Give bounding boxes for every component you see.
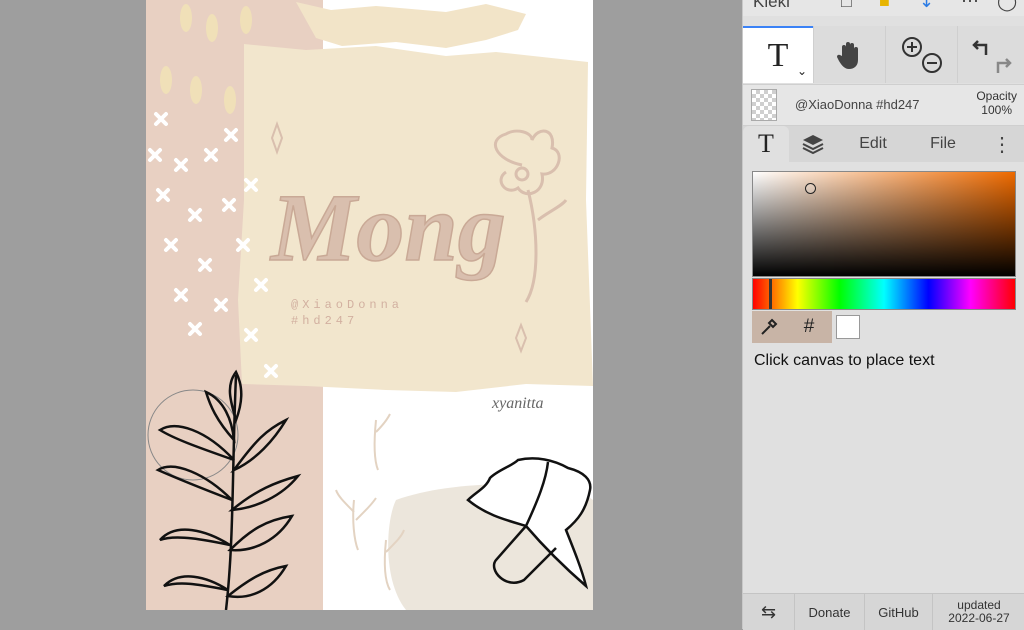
more-menu-icon[interactable]: ⋮ xyxy=(987,126,1017,162)
folder-icon[interactable]: ■ xyxy=(879,0,890,12)
artwork-title: Mong xyxy=(269,174,506,281)
tab-edit[interactable]: Edit xyxy=(843,126,903,162)
color-tools-row: # xyxy=(752,311,1016,343)
save-download-icon[interactable]: ↧ xyxy=(919,0,934,12)
hue-slider[interactable] xyxy=(752,278,1016,310)
tool-row: T ⌄ xyxy=(743,26,1024,85)
text-tool-button[interactable]: T ⌄ xyxy=(743,26,813,83)
artwork-signature: xyanitta xyxy=(491,395,544,412)
tab-file[interactable]: File xyxy=(913,126,973,162)
updated-date: 2022-06-27 xyxy=(948,611,1010,625)
redo-icon[interactable] xyxy=(996,57,1012,73)
new-file-icon[interactable]: □ xyxy=(841,0,852,12)
text-tool-icon: T xyxy=(767,36,789,74)
eyedropper-button[interactable] xyxy=(752,311,786,343)
opacity-label: Opacity xyxy=(976,89,1017,103)
layers-icon xyxy=(802,135,824,155)
undo-icon[interactable] xyxy=(971,39,987,55)
hue-slider-handle[interactable] xyxy=(769,279,772,309)
tab-row: T Edit File ⋮ xyxy=(743,126,1024,162)
zoom-in-icon[interactable] xyxy=(901,36,922,57)
help-icon[interactable]: ◯ xyxy=(997,0,1017,12)
color-picker-cursor[interactable] xyxy=(805,183,816,194)
artwork-credit-1: @XiaoDonna xyxy=(291,298,403,312)
top-bar: Kleki □ ■ ↧ ⋯ ◯ xyxy=(743,0,1024,16)
github-link[interactable]: GitHub xyxy=(865,594,933,630)
saturation-value-picker[interactable] xyxy=(752,171,1016,277)
hand-tool-button[interactable] xyxy=(813,26,885,83)
tab-text[interactable]: T xyxy=(743,126,789,162)
hand-icon xyxy=(836,41,858,69)
chevron-down-icon[interactable]: ⌄ xyxy=(797,64,807,78)
opacity-value: 100% xyxy=(981,103,1012,117)
artwork-drawing: Mong @XiaoDonna #hd247 xyanitta xyxy=(146,0,593,610)
share-icon[interactable]: ⋯ xyxy=(961,0,979,12)
eyedropper-icon xyxy=(761,318,778,335)
layer-name: @XiaoDonna #hd247 xyxy=(795,97,920,112)
current-color-swatch[interactable] xyxy=(836,315,860,339)
swap-sides-icon[interactable]: ⇆ xyxy=(743,594,795,630)
donate-link[interactable]: Donate xyxy=(795,594,865,630)
side-panel: Kleki □ ■ ↧ ⋯ ◯ T ⌄ @XiaoDonna #hd247 Op… xyxy=(742,0,1024,630)
undo-redo-button[interactable] xyxy=(957,26,1024,83)
zoom-out-icon[interactable] xyxy=(921,52,942,73)
zoom-tool-button[interactable] xyxy=(885,26,957,83)
kleki-logo: Kleki xyxy=(753,0,790,11)
opacity-control[interactable]: Opacity 100% xyxy=(976,89,1017,117)
hex-input-button[interactable]: # xyxy=(786,311,832,343)
layer-row[interactable]: @XiaoDonna #hd247 Opacity 100% xyxy=(743,85,1024,126)
artwork-credit-2: #hd247 xyxy=(291,314,358,328)
layer-thumbnail[interactable] xyxy=(751,89,777,121)
canvas-area[interactable]: Mong @XiaoDonna #hd247 xyanitta xyxy=(0,0,742,629)
updated-info[interactable]: updated 2022-06-27 xyxy=(933,594,1024,630)
artwork-canvas[interactable]: Mong @XiaoDonna #hd247 xyanitta xyxy=(146,0,593,610)
tab-layers[interactable] xyxy=(791,126,835,162)
footer-bar: ⇆ Donate GitHub updated 2022-06-27 xyxy=(743,593,1024,630)
hint-text: Click canvas to place text xyxy=(754,352,935,369)
